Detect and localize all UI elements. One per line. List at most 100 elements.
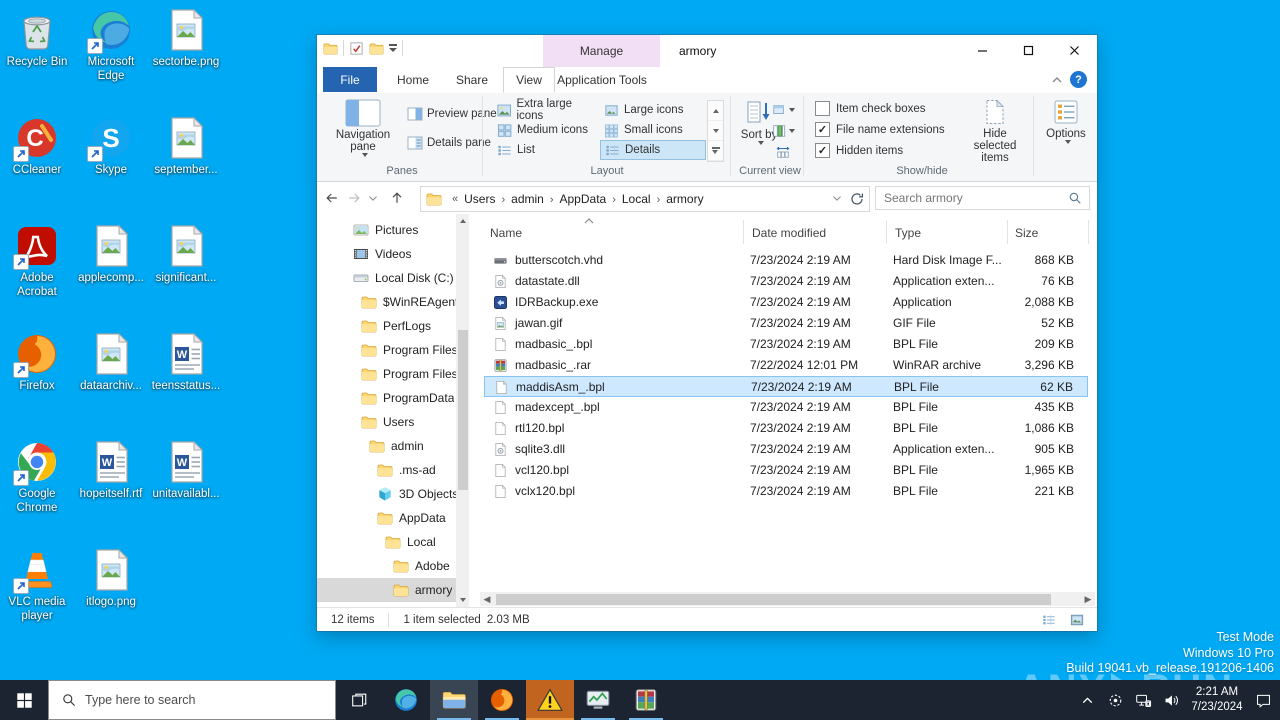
- desktop-icon-firefox[interactable]: Firefox: [0, 332, 74, 393]
- nav-item-armory[interactable]: armory: [317, 578, 456, 602]
- horizontal-scrollbar[interactable]: ◀ ▶: [480, 592, 1095, 606]
- scroll-left-arrow[interactable]: ◀: [480, 592, 494, 606]
- checkbox-hidden-items[interactable]: ✓Hidden items: [815, 143, 903, 158]
- desktop-icon-dataarchiv[interactable]: dataarchiv...: [74, 332, 148, 393]
- tab-home[interactable]: Home: [387, 67, 439, 92]
- file-row-madbasic-bpl[interactable]: madbasic_.bpl7/23/2024 2:19 AMBPL File20…: [484, 334, 1088, 355]
- layout-option-list[interactable]: List: [493, 140, 599, 160]
- refresh-icon[interactable]: [849, 191, 865, 207]
- nav-item-admin[interactable]: admin: [317, 434, 456, 458]
- nav-item-local-disk-c[interactable]: Local Disk (C:): [317, 266, 456, 290]
- new-folder-icon[interactable]: [369, 41, 384, 56]
- nav-item-winreagent[interactable]: $WinREAgent: [317, 290, 456, 314]
- nav-item-users[interactable]: Users: [317, 410, 456, 434]
- file-row-jawan-gif[interactable]: jawan.gif7/23/2024 2:19 AMGIF File52 KB: [484, 313, 1088, 334]
- file-row-sqlite3-dll[interactable]: sqlite3.dll7/23/2024 2:19 AMApplication …: [484, 439, 1088, 460]
- help-button[interactable]: ?: [1070, 71, 1087, 88]
- checkbox-box[interactable]: ✓: [815, 122, 830, 137]
- desktop-icon-microsoft-edge[interactable]: Microsoft Edge: [74, 8, 148, 84]
- layout-option-small-icons[interactable]: Small icons: [600, 120, 706, 140]
- desktop-icon-vlc-media-player[interactable]: VLC media player: [0, 548, 74, 624]
- desktop-icon-google-chrome[interactable]: Google Chrome: [0, 440, 74, 516]
- options-button[interactable]: Options: [1041, 98, 1091, 144]
- file-row-rtl120-bpl[interactable]: rtl120.bpl7/23/2024 2:19 AMBPL File1,086…: [484, 418, 1088, 439]
- breadcrumb-item-local[interactable]: Local: [622, 192, 651, 206]
- group-by-button[interactable]: [770, 100, 796, 119]
- address-box[interactable]: « Users›admin›AppData›Local›armory: [420, 186, 870, 212]
- taskbar-app-warning[interactable]: [526, 680, 574, 720]
- layout-option-details[interactable]: Details: [600, 140, 706, 160]
- desktop-icon-applecomp[interactable]: applecomp...: [74, 224, 148, 285]
- desktop-icon-sectorbe-png[interactable]: sectorbe.png: [149, 8, 223, 69]
- search-input[interactable]: Search armory: [875, 186, 1090, 210]
- breadcrumb-item-appdata[interactable]: AppData: [560, 192, 607, 206]
- scroll-right-arrow[interactable]: ▶: [1081, 592, 1095, 606]
- desktop-icon-recycle-bin[interactable]: Recycle Bin: [0, 8, 74, 69]
- breadcrumb-item-armory[interactable]: armory: [666, 192, 703, 206]
- taskbar-app-edge[interactable]: [382, 680, 430, 720]
- details-view-toggle[interactable]: [1037, 610, 1061, 629]
- tray-volume-button[interactable]: [1158, 680, 1184, 720]
- layout-option-extra-large-icons[interactable]: Extra large icons: [493, 100, 599, 120]
- details-pane-button[interactable]: Details pane: [407, 135, 491, 151]
- file-row-madexcept-bpl[interactable]: madexcept_.bpl7/23/2024 2:19 AMBPL File4…: [484, 397, 1088, 418]
- action-center-button[interactable]: [1250, 680, 1276, 720]
- checkbox-item-check-boxes[interactable]: Item check boxes: [815, 101, 925, 116]
- gallery-more-button[interactable]: [708, 141, 723, 161]
- maximize-button[interactable]: [1005, 35, 1051, 65]
- nav-item-program-files[interactable]: Program Files: [317, 338, 456, 362]
- customize-qat-icon[interactable]: [389, 44, 397, 52]
- checkbox-file-name-extensions[interactable]: ✓File name extensions: [815, 122, 945, 137]
- nav-item-program-files[interactable]: Program Files: [317, 362, 456, 386]
- desktop-icon-teensstatus[interactable]: Wteensstatus...: [149, 332, 223, 393]
- recent-locations-chevron[interactable]: [366, 188, 380, 208]
- minimize-button[interactable]: [959, 35, 1005, 65]
- column-header-type[interactable]: Type: [895, 226, 921, 240]
- size-columns-button[interactable]: [770, 142, 796, 161]
- layout-option-large-icons[interactable]: Large icons: [600, 100, 706, 120]
- taskbar-app-firefox[interactable]: [478, 680, 526, 720]
- desktop-icon-itlogo-png[interactable]: itlogo.png: [74, 548, 148, 609]
- nav-item-adobe[interactable]: Adobe: [317, 554, 456, 578]
- nav-item-perflogs[interactable]: PerfLogs: [317, 314, 456, 338]
- nav-item-videos[interactable]: Videos: [317, 242, 456, 266]
- desktop-icon-ccleaner[interactable]: CCCleaner: [0, 116, 74, 177]
- up-button[interactable]: [387, 188, 407, 208]
- nav-item-pictures[interactable]: Pictures: [317, 218, 456, 242]
- file-row-idrbackup-exe[interactable]: IDRBackup.exe7/23/2024 2:19 AMApplicatio…: [484, 292, 1088, 313]
- start-button[interactable]: [0, 680, 48, 720]
- nav-item-3d-objects[interactable]: 3D Objects: [317, 482, 456, 506]
- checkbox-box[interactable]: [815, 101, 830, 116]
- nav-item-local[interactable]: Local: [317, 530, 456, 554]
- column-header-size[interactable]: Size: [1015, 226, 1038, 240]
- taskbar-app-explorer[interactable]: [430, 680, 478, 720]
- desktop-icon-significant[interactable]: significant...: [149, 224, 223, 285]
- tray-capture-button[interactable]: [1102, 680, 1128, 720]
- hide-selected-items-button[interactable]: Hide selected items: [962, 98, 1028, 164]
- breadcrumb-item-users[interactable]: Users: [464, 192, 495, 206]
- file-row-vclx120-bpl[interactable]: vclx120.bpl7/23/2024 2:19 AMBPL File221 …: [484, 481, 1088, 502]
- tab-application-tools[interactable]: Application Tools: [545, 67, 659, 92]
- back-button[interactable]: [322, 188, 342, 208]
- desktop-icon-september[interactable]: september...: [149, 116, 223, 177]
- collapse-ribbon-icon[interactable]: [1051, 74, 1063, 86]
- forward-button[interactable]: [344, 188, 364, 208]
- task-view-button[interactable]: [336, 680, 382, 720]
- desktop-icon-unitavailabl[interactable]: Wunitavailabl...: [149, 440, 223, 501]
- navigation-pane-button[interactable]: Navigation pane: [327, 99, 399, 157]
- file-row-vcl120-bpl[interactable]: vcl120.bpl7/23/2024 2:19 AMBPL File1,965…: [484, 460, 1088, 481]
- nav-item-appdata[interactable]: AppData: [317, 506, 456, 530]
- taskbar-clock[interactable]: 2:21 AM 7/23/2024: [1186, 685, 1248, 715]
- nav-item-ms-ad[interactable]: .ms-ad: [317, 458, 456, 482]
- scroll-down-arrow[interactable]: [456, 593, 469, 607]
- thumbnail-view-toggle[interactable]: [1065, 610, 1089, 629]
- title-bar[interactable]: Manage armory: [317, 35, 1097, 67]
- address-dropdown-chevron[interactable]: [830, 191, 844, 208]
- file-row-datastate-dll[interactable]: datastate.dll7/23/2024 2:19 AMApplicatio…: [484, 271, 1088, 292]
- gallery-scroll-down[interactable]: [708, 121, 723, 141]
- taskbar-app-winrar[interactable]: [622, 680, 670, 720]
- file-row-maddisasm-bpl[interactable]: maddisAsm_.bpl7/23/2024 2:19 AMBPL File6…: [484, 376, 1088, 397]
- column-header-name[interactable]: Name: [490, 226, 522, 240]
- file-row-madbasic-rar[interactable]: madbasic_.rar7/22/2024 12:01 PMWinRAR ar…: [484, 355, 1088, 376]
- tab-share[interactable]: Share: [445, 67, 499, 92]
